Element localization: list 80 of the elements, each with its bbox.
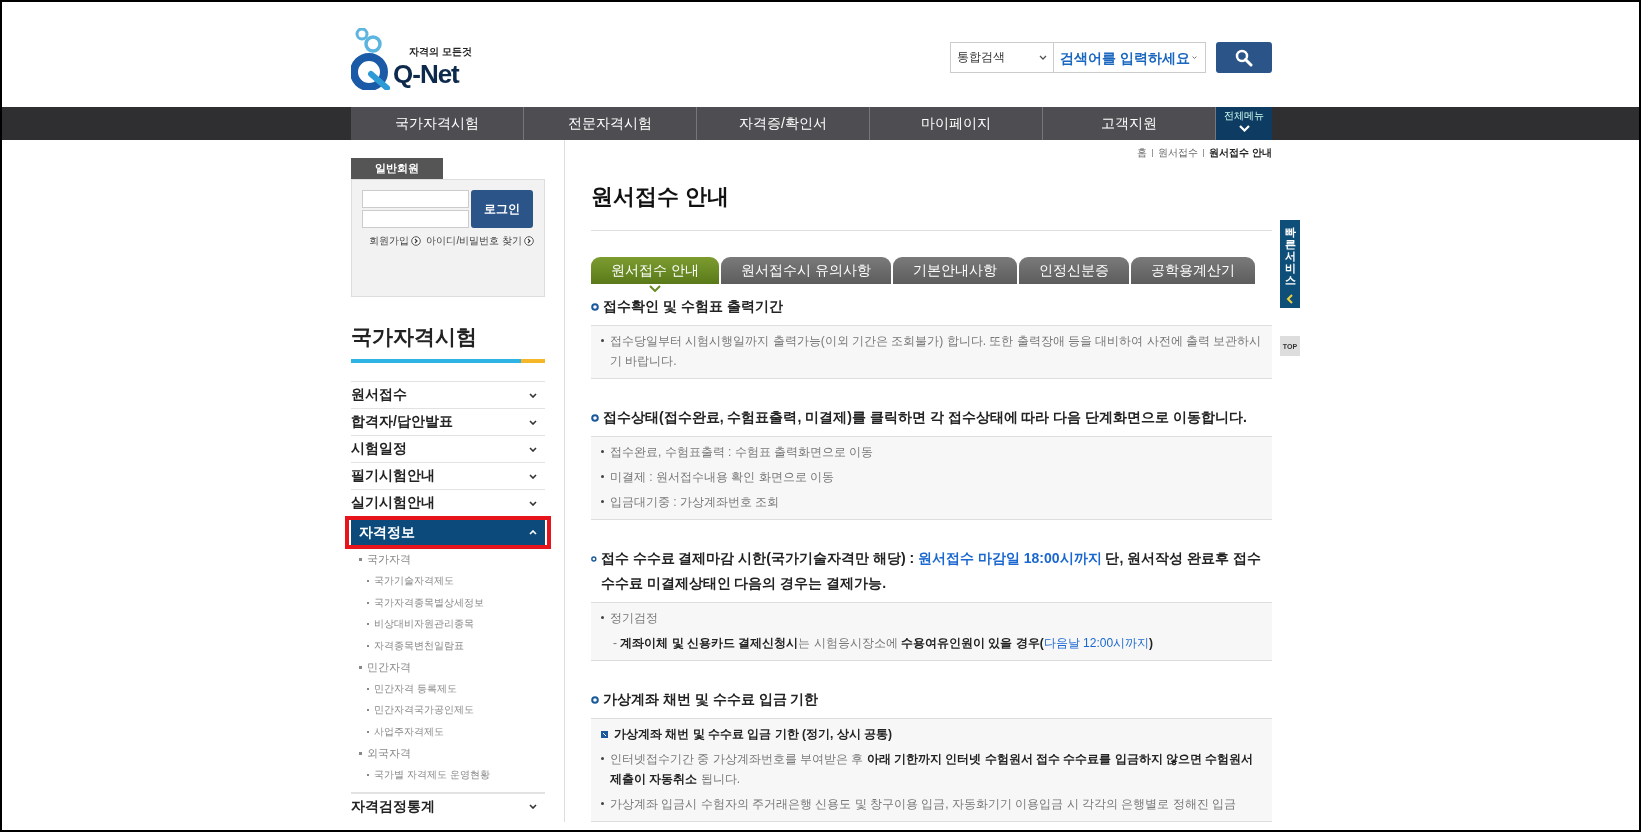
submenu-item[interactable]: 민간자격 <box>367 659 411 675</box>
section-heading: 가상계좌 채번 및 수수료 입금 기한 <box>603 690 819 709</box>
quick-service-bar[interactable]: 빠른서비스 <box>1280 220 1300 309</box>
content-tab[interactable]: 인정신분증 <box>1018 257 1129 284</box>
sidebar-menu-item[interactable]: 필기시험안내 <box>351 463 545 489</box>
sidebar-title: 국가자격시험 <box>351 324 478 350</box>
breadcrumb-link[interactable]: 원서접수 안내 <box>1209 146 1272 160</box>
caret-icon <box>1192 55 1197 60</box>
content-tab[interactable]: 원서접수시 유의사항 <box>720 257 891 284</box>
search-field[interactable]: 검색어를 입력하세요 <box>1054 42 1206 73</box>
user-id-field[interactable] <box>362 190 469 208</box>
arrow-circle-icon <box>524 236 534 246</box>
login-button[interactable]: 로그인 <box>471 190 533 228</box>
ring-bullet-icon <box>591 696 599 704</box>
chevron-down-icon <box>529 392 537 398</box>
submenu-link[interactable]: 국가별 자격제도 운영현황 <box>374 767 490 782</box>
submenu-link[interactable]: 사업주자격제도 <box>374 724 444 739</box>
logo-name[interactable]: Q-Net <box>393 58 472 90</box>
submenu-link[interactable]: 국가기술자격제도 <box>374 574 454 589</box>
logo-bubbles-icon <box>351 27 391 90</box>
submenu-link[interactable]: 자격종목변천일람표 <box>374 638 464 653</box>
caret-icon <box>1039 55 1047 60</box>
subheading-text: 가상계좌 채번 및 수수료 입금 기한 (정기, 상시 공통) <box>614 726 892 743</box>
member-type-tab[interactable]: 일반회원 <box>351 158 443 179</box>
tab-pointer-icon <box>648 285 661 292</box>
submenu-item[interactable]: 국가자격 <box>367 552 411 568</box>
nav-menu-item[interactable]: 고객지원 <box>1043 107 1216 140</box>
login-link[interactable]: 회원가입 <box>369 234 422 248</box>
section-heading: 접수상태(접수완료, 수험표출력, 미결제)를 클릭하면 각 접수상태에 따라 다음 단계화면으로 이동합니다. <box>603 408 1247 427</box>
sidebar-menu-item[interactable]: 합격자/답안발표 <box>351 409 545 435</box>
nav-menu-item[interactable]: 마이페이지 <box>870 107 1043 140</box>
chevron-down-icon <box>529 500 537 506</box>
sidebar-menu-item[interactable]: 실기시험안내 <box>351 490 545 516</box>
arrow-circle-icon <box>411 236 422 246</box>
info-text: 접수당일부터 시험시행일까지 출력가능(이외 기간은 조회불가) 합니다. 또한 출력장애 등을 대비하여 사전에 출력 보관하시기 바랍니다. <box>610 333 1262 370</box>
info-text: 미결제 : 원서접수내용 확인 화면으로 이동 <box>610 469 834 486</box>
content-tab[interactable]: 기본안내사항 <box>892 257 1017 284</box>
ring-bullet-icon <box>591 414 599 422</box>
search-scope-select[interactable]: 통합검색 <box>950 42 1054 73</box>
submenu-link[interactable]: 민간자격국가공인제도 <box>374 703 474 718</box>
chevron-down-icon <box>529 473 537 479</box>
submenu-link[interactable]: 민간자격 등록제도 <box>374 681 457 696</box>
content-tab[interactable]: 공학용계산기 <box>1130 257 1255 284</box>
chevron-down-icon <box>529 446 537 452</box>
nav-menu-item[interactable]: 국가자격시험 <box>351 107 524 140</box>
submenu-item[interactable]: 외국자격 <box>367 745 411 761</box>
info-text: 입금대기중 : 가상계좌번호 조회 <box>610 494 780 511</box>
login-link[interactable]: 아이디/비밀번호 찾기 <box>426 234 534 248</box>
info-text: 접수완료, 수험표출력 : 수험표 출력화면으로 이동 <box>610 444 874 461</box>
sidebar-menu-item[interactable]: 시험일정 <box>351 436 545 462</box>
search-button[interactable] <box>1216 42 1272 73</box>
info-text: 인터넷접수기간 중 가상계좌번호를 부여받은 후 아래 기한까지 인터넷 수험원서 접수 수수료를 입금하지 않으면 수험원서 제출이 자동취소 됩니다. <box>610 751 1255 788</box>
chevron-down-icon <box>529 804 537 809</box>
content-tab[interactable]: 원서접수 안내 <box>591 257 719 284</box>
ring-bullet-icon <box>591 303 599 311</box>
chevron-left-icon <box>1286 294 1294 305</box>
info-text: 가상계좌 입금시 수험자의 주거래은행 신용도 및 창구이용 입금, 자동화기기 이용입금 시 각각의 은행별로 정해진 입금 <box>610 796 1236 813</box>
info-text: - 계좌이체 및 신용카드 결제신청시는 시험응시장소에 수용여유인원이 있을 경우(다음날 12:00시까지) <box>613 635 1154 652</box>
all-menu-button[interactable]: 전체메뉴 <box>1216 107 1272 140</box>
square-bullet-icon <box>601 731 608 738</box>
info-text: 정기검정 <box>610 610 658 627</box>
submenu-link[interactable]: 국가자격종목별상세정보 <box>374 595 484 610</box>
section-heading: 접수 수수료 결제마감 시한(국가기술자격만 해당) : 원서접수 마감일 18:00시까지 단, 원서작성 완료후 접수수수료 미결제상태인 다음의 경우는 결제가능. <box>600 549 1263 593</box>
chevron-down-icon <box>529 419 537 425</box>
chevron-up-icon <box>529 530 537 535</box>
page-title: 원서접수 안내 <box>591 182 1272 231</box>
sidebar-menu-item[interactable]: 원서접수 <box>351 382 545 408</box>
breadcrumb-link[interactable]: 홈 <box>1137 146 1148 160</box>
nav-menu-item[interactable]: 전문자격시험 <box>524 107 697 140</box>
nav-menu-item[interactable]: 자격증/확인서 <box>697 107 870 140</box>
password-field[interactable] <box>362 210 469 228</box>
sidebar-menu-item[interactable]: 자격정보 <box>351 520 545 545</box>
logo-tagline: 자격의 모든것 <box>409 44 472 59</box>
submenu-link[interactable]: 비상대비자원관리종목 <box>374 617 474 632</box>
chevron-down-icon <box>1238 125 1250 132</box>
sidebar-menu-item[interactable]: 자격검정통계 <box>351 793 545 820</box>
search-icon <box>1235 48 1253 67</box>
breadcrumb-link[interactable]: 원서접수 <box>1158 146 1199 160</box>
ring-bullet-icon <box>591 555 597 563</box>
section-heading: 접수확인 및 수험표 출력기간 <box>603 297 783 316</box>
